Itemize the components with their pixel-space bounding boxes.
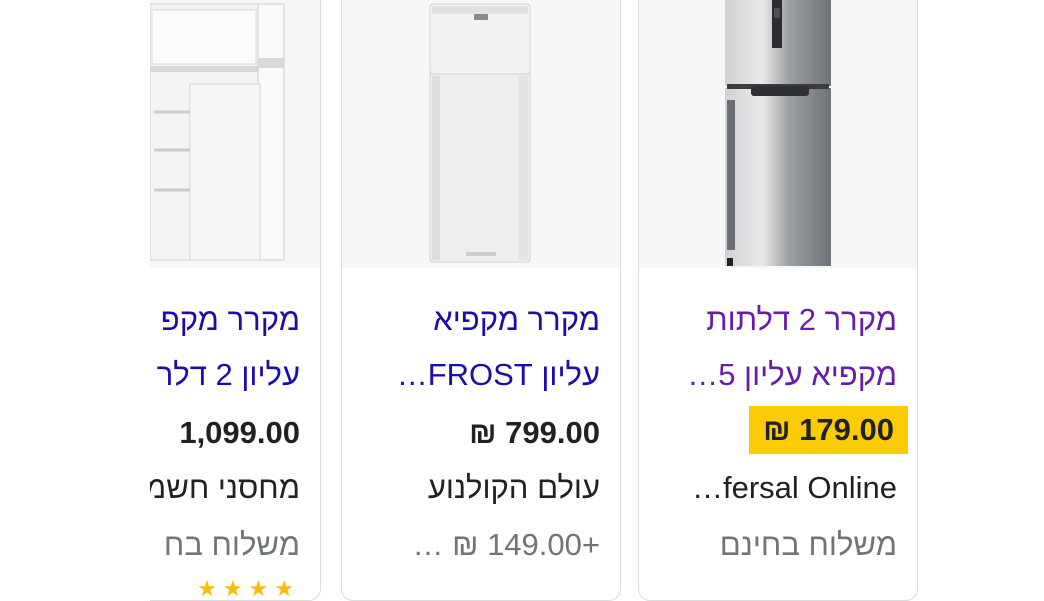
product-title-line-2[interactable]: עליון FROST… [360, 347, 600, 402]
product-image[interactable] [150, 0, 320, 268]
product-card-1[interactable]: מקרר 2 דלתות מקפיא עליון 5… 179.00 ₪ fer… [638, 0, 918, 601]
product-price: 179.00 ₪ [749, 406, 908, 454]
product-card-3[interactable]: מקרר מקפ עליון 2 דלר 1,099.00 מחסני חשמ … [150, 0, 321, 601]
product-title[interactable]: מקרר 2 דלתות מקפיא עליון 5… [657, 292, 897, 402]
product-image[interactable] [639, 0, 917, 268]
product-title[interactable]: מקרר מקפיא עליון FROST… [360, 292, 600, 402]
product-title-line-1[interactable]: מקרר מקפ [150, 292, 300, 347]
white-fridge-image [429, 3, 531, 263]
shipping-info: משלוח בח [163, 527, 300, 562]
product-price: 1,099.00 [179, 415, 300, 450]
merchant-name: מחסני חשמ [150, 470, 300, 505]
silver-fridge-image [725, 0, 831, 266]
shipping-info: משלוח בחינם [719, 527, 897, 562]
merchant-name: fersal Online… [691, 470, 897, 505]
product-title-line-1[interactable]: מקרר 2 דלתות [657, 292, 897, 347]
rating-stars: ★★★★ [197, 576, 300, 601]
product-price: 799.00 ₪ [469, 415, 600, 450]
product-image[interactable] [342, 0, 620, 268]
shipping-info: +149.00 ₪ … [412, 527, 601, 562]
open-fridge-image [150, 3, 285, 261]
product-title-line-2[interactable]: מקפיא עליון 5… [657, 347, 897, 402]
product-title[interactable]: מקרר מקפ עליון 2 דלר [150, 292, 300, 402]
merchant-name: עולם הקולנוע [427, 470, 600, 505]
product-title-line-1[interactable]: מקרר מקפיא [360, 292, 600, 347]
product-title-line-2[interactable]: עליון 2 דלר [150, 347, 300, 402]
product-card-2[interactable]: מקרר מקפיא עליון FROST… 799.00 ₪ עולם הק… [341, 0, 621, 601]
